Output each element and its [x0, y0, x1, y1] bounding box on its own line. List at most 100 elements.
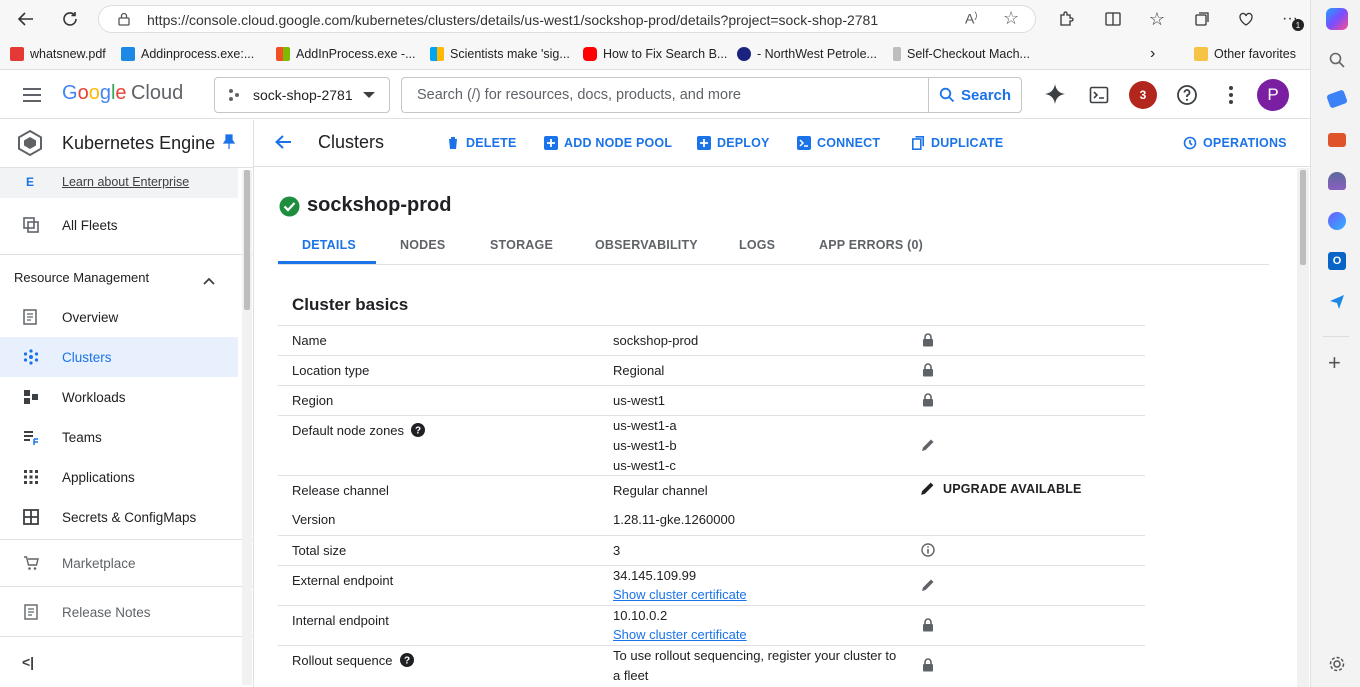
edit-pencil-icon[interactable] [920, 437, 936, 453]
hamburger-menu-icon[interactable] [22, 87, 42, 108]
sidebar-item-applications[interactable]: Applications [0, 457, 238, 497]
tab-app-errors[interactable]: APP ERRORS (0) [819, 238, 923, 256]
page-title: Clusters [318, 132, 385, 152]
sidebar-item-clusters[interactable]: Clusters [0, 337, 238, 377]
edit-pencil-icon[interactable] [920, 577, 936, 593]
delete-button[interactable]: DELETE [446, 134, 517, 152]
nav-scrollbar-thumb[interactable] [244, 170, 250, 310]
bookmark-item[interactable]: Scientists make 'sig... [430, 44, 570, 64]
extensions-icon[interactable] [1052, 5, 1080, 33]
star-badge-icon [737, 47, 751, 61]
detail-row-release-channel: Release channel Regular channel UPGRADE … [278, 475, 1145, 505]
bookmark-item[interactable]: How to Fix Search B... [583, 44, 727, 64]
bookmark-item[interactable]: Addinprocess.exe:... [121, 44, 254, 64]
youtube-icon [583, 47, 597, 61]
operations-button[interactable]: OPERATIONS [1183, 134, 1287, 152]
avatar[interactable]: P [1257, 79, 1289, 111]
detail-row-version: Version 1.28.11-gke.1260000 [292, 512, 735, 527]
gemini-sparkle-icon[interactable] [1044, 83, 1066, 110]
sidebar-item-release-notes[interactable]: Release Notes [0, 592, 238, 632]
help-icon[interactable]: ? [400, 653, 414, 672]
trash-icon [446, 136, 460, 150]
copilot-app-icon[interactable] [1328, 212, 1346, 230]
terminal-icon [797, 136, 811, 150]
bookmarks-overflow-chevron-icon[interactable]: › [1150, 44, 1155, 64]
search-icon[interactable] [1328, 51, 1346, 74]
sidebar-item-marketplace[interactable]: Marketplace [0, 543, 238, 583]
help-icon[interactable]: ? [411, 423, 425, 442]
microsoft-icon [430, 47, 444, 61]
other-favorites[interactable]: Other favorites [1194, 44, 1296, 64]
enterprise-learn-row[interactable]: E Learn about Enterprise [0, 168, 238, 198]
browser-toolbar: https://console.cloud.google.com/kuberne… [0, 0, 1310, 38]
tab-logs[interactable]: LOGS [739, 238, 775, 256]
favorite-star-icon[interactable]: ☆ [1003, 8, 1019, 29]
deploy-button[interactable]: DEPLOY [697, 134, 770, 152]
cluster-status-icon [279, 196, 300, 222]
shopping-tag-icon[interactable] [1326, 89, 1348, 109]
svg-text:?: ? [415, 426, 421, 437]
copilot-icon[interactable] [1326, 8, 1348, 30]
sidebar-item-workloads[interactable]: Workloads [0, 377, 238, 417]
bookmark-item[interactable]: - NorthWest Petrole... [737, 44, 877, 64]
show-certificate-link[interactable]: Show cluster certificate [613, 587, 747, 602]
show-certificate-link[interactable]: Show cluster certificate [613, 627, 747, 642]
main-scrollbar-thumb[interactable] [1300, 170, 1306, 265]
connect-button[interactable]: CONNECT [797, 134, 880, 152]
sidebar-item-overview[interactable]: Overview [0, 297, 238, 337]
cloud-shell-icon[interactable] [1089, 85, 1109, 110]
send-icon[interactable] [1328, 292, 1346, 315]
nav-scrollbar[interactable] [242, 170, 252, 685]
bookmark-item[interactable]: AddInProcess.exe -... [276, 44, 416, 64]
main-scrollbar[interactable] [1297, 168, 1309, 687]
bookmark-item[interactable]: whatsnew.pdf [10, 44, 106, 64]
split-screen-icon[interactable] [1099, 5, 1127, 33]
search-button[interactable]: Search [928, 78, 1022, 112]
back-arrow-icon[interactable] [274, 134, 292, 155]
refresh-icon[interactable] [56, 5, 84, 33]
bookmark-item[interactable]: Self-Checkout Mach... [893, 44, 1030, 64]
browser-essentials-icon[interactable] [1232, 5, 1260, 33]
back-arrow-icon[interactable] [12, 5, 40, 33]
address-bar[interactable]: https://console.cloud.google.com/kuberne… [98, 5, 1036, 33]
copy-icon [911, 136, 925, 150]
lock-icon [920, 392, 936, 408]
sidebar-item-secrets[interactable]: Secrets & ConfigMaps [0, 497, 238, 537]
google-cloud-logo[interactable]: Google Cloud [62, 82, 183, 105]
collections-icon[interactable] [1188, 5, 1216, 33]
sidebar-item-teams[interactable]: Teams [0, 417, 238, 457]
cluster-name-heading: sockshop-prod [307, 194, 452, 216]
outlook-icon[interactable]: O [1328, 252, 1346, 270]
collapse-nav-icon[interactable]: <| [22, 654, 34, 670]
more-vert-icon[interactable] [1228, 85, 1234, 110]
nav-divider [0, 586, 253, 587]
search-input[interactable]: Search (/) for resources, docs, products… [401, 77, 1022, 113]
lock-icon [920, 362, 936, 378]
settings-gear-icon[interactable] [1328, 655, 1346, 678]
tab-observability[interactable]: OBSERVABILITY [595, 238, 698, 256]
svg-text:?: ? [404, 656, 410, 667]
project-picker[interactable]: sock-shop-2781 [214, 77, 390, 113]
add-node-pool-button[interactable]: ADD NODE POOL [544, 134, 672, 152]
notifications-badge[interactable]: 3 [1129, 81, 1157, 109]
tools-icon[interactable] [1328, 133, 1346, 147]
sidebar-item-all-fleets[interactable]: All Fleets [0, 205, 238, 245]
detail-row-rollout-sequence: Rollout sequence ? To use rollout sequen… [278, 645, 1145, 687]
upgrade-available-button[interactable]: UPGRADE AVAILABLE [920, 481, 1082, 496]
people-icon[interactable] [1328, 172, 1346, 190]
duplicate-button[interactable]: DUPLICATE [911, 134, 1003, 152]
info-icon[interactable] [920, 542, 936, 558]
help-icon[interactable] [1176, 84, 1198, 111]
leaf-icon [893, 47, 901, 61]
tab-details[interactable]: DETAILS [302, 238, 356, 256]
lock-icon [920, 657, 936, 673]
pin-icon[interactable] [222, 134, 236, 155]
tab-nodes[interactable]: NODES [400, 238, 445, 256]
read-aloud-icon[interactable]: A) [965, 10, 977, 27]
detail-row-name: Name sockshop-prod [278, 325, 1145, 355]
tab-storage[interactable]: STORAGE [490, 238, 553, 256]
learn-enterprise-link[interactable]: Learn about Enterprise [62, 175, 189, 189]
favorites-icon[interactable]: ☆ [1143, 5, 1171, 33]
resource-management-section[interactable]: Resource Management [0, 262, 238, 292]
add-icon[interactable]: + [1328, 352, 1341, 374]
